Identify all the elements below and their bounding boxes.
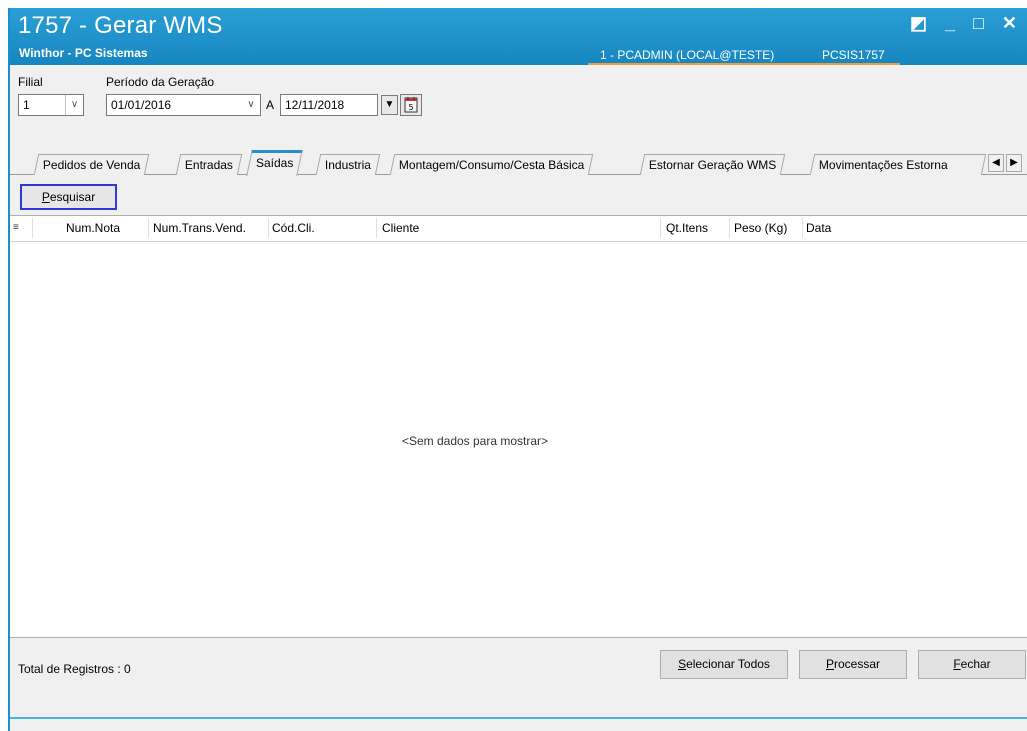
tab-strip: Pedidos de Venda Entradas Saídas Industr… [10,149,1027,176]
minimize-icon[interactable]: _ [945,14,955,32]
total-records: Total de Registros : 0 [18,662,131,676]
col-cod-cli[interactable]: Cód.Cli. [272,221,372,235]
tab-scroll-left-icon[interactable]: ◀ [988,154,1004,172]
content-area: Filial 1 ∨ Período da Geração 01/01/2016… [10,65,1027,731]
user-info: 1 - PCADMIN (LOCAL@TESTE) [600,48,775,62]
bottom-accent-line [10,717,1027,719]
tab-saidas[interactable]: Saídas [246,150,304,176]
close-button[interactable]: Fechar [918,650,1026,679]
col-num-trans-vend[interactable]: Num.Trans.Vend. [153,221,267,235]
empty-grid-message: <Sem dados para mostrar> [401,434,549,448]
tab-movimentacoes-estorna[interactable]: Movimentações Estorna [809,154,987,175]
close-icon[interactable]: ✕ [1002,14,1017,32]
col-num-nota[interactable]: Num.Nota [66,221,146,235]
filial-value: 1 [23,98,30,112]
tab-scroll-right-icon[interactable]: ▶ [1006,154,1022,172]
tab-industria[interactable]: Industria [315,154,381,175]
tab-estornar-geracao[interactable]: Estornar Geração WMS [639,154,786,175]
filial-label: Filial [18,75,43,89]
tab-montagem[interactable]: Montagem/Consumo/Cesta Básica [389,154,594,175]
maximize-icon[interactable]: □ [973,14,984,32]
grid-header: ≡ Num.Nota Num.Trans.Vend. Cód.Cli. Clie… [10,216,1027,242]
main-window: 1757 - Gerar WMS Winthor - PC Sistemas 1… [8,8,1027,731]
date-to-field[interactable]: 12/11/2018 [280,94,378,116]
app-subtitle: Winthor - PC Sistemas [19,46,148,60]
process-button[interactable]: Processar [799,650,907,679]
date-to-value: 12/11/2018 [285,98,345,112]
search-button[interactable]: Pesquisar [20,184,117,210]
title-bar[interactable]: 1757 - Gerar WMS Winthor - PC Sistemas 1… [10,8,1027,65]
results-grid[interactable]: ≡ Num.Nota Num.Trans.Vend. Cód.Cli. Clie… [10,215,1027,638]
periodo-label: Período da Geração [106,75,215,89]
filial-select[interactable]: 1 ∨ [18,94,84,116]
program-code: PCSIS1757 [822,48,885,62]
app-title: 1757 - Gerar WMS [18,12,223,39]
select-all-button[interactable]: Selecionar Todos [660,650,788,679]
calendar-icon: 5 [404,97,418,113]
date-from-value: 01/01/2016 [111,98,172,112]
col-peso[interactable]: Peso (Kg) [734,221,802,235]
col-qt-itens[interactable]: Qt.Itens [666,221,726,235]
col-data[interactable]: Data [806,221,866,235]
window-controls: ◩ _ □ ✕ [910,14,1017,32]
col-cliente[interactable]: Cliente [382,221,652,235]
column-chooser-icon[interactable]: ≡ [13,222,23,234]
calendar-button[interactable]: 5 [400,94,422,116]
date-from-field[interactable]: 01/01/2016 ∨ [106,94,261,116]
restore-icon[interactable]: ◩ [910,14,927,32]
tab-entradas[interactable]: Entradas [175,154,243,175]
tab-pedidos-de-venda[interactable]: Pedidos de Venda [33,154,150,175]
chevron-down-icon[interactable]: ∨ [242,95,260,115]
svg-text:5: 5 [408,103,413,112]
range-separator: A [266,98,275,112]
date-dropdown-arrow-icon[interactable]: ▼ [381,95,398,115]
chevron-down-icon[interactable]: ∨ [65,95,83,115]
